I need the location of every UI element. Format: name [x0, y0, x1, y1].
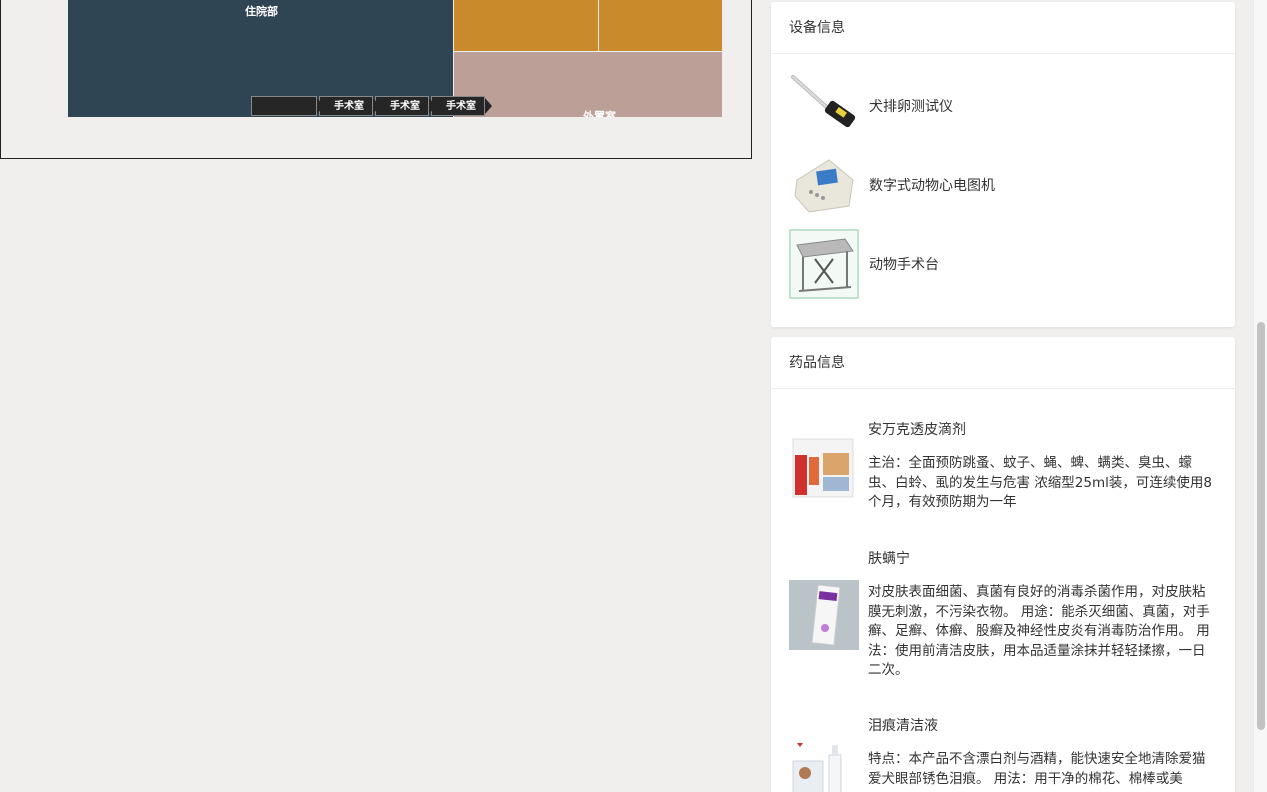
tear-cleaner-image [789, 737, 859, 792]
equipment-item-name: 数字式动物心电图机 [869, 178, 995, 194]
treemap-label-inpatient: 住院部 [245, 5, 278, 18]
breadcrumb-item[interactable]: 手术室 [375, 96, 436, 116]
equipment-item[interactable]: 犬排卵测试仪 [789, 71, 1219, 141]
treemap-label-outpatient: 外置室 [583, 110, 616, 117]
drug-item[interactable]: 泪痕清洁液 特点：本产品不含漂白剂与酒精，能快速安全地清除爱猫爱犬眼部锈色泪痕。… [789, 717, 1219, 792]
treemap-block-outpatient[interactable]: 外置室 [454, 52, 722, 117]
ovulation-tester-image [789, 71, 859, 141]
drug-item-name: 安万克透皮滴剂 [868, 422, 966, 438]
drug-item-description: 主治：全面预防跳蚤、蚊子、蝇、蜱、螨类、臭虫、蠓虫、白蛉、虱的发生与危害 浓缩型… [868, 455, 1212, 510]
scrollbar-thumb[interactable] [1257, 322, 1265, 730]
vertical-scrollbar[interactable] [1253, 0, 1267, 792]
treemap-block-surgery-1[interactable] [454, 0, 598, 51]
treemap-block-surgery-2[interactable] [599, 0, 722, 51]
equipment-item-name: 犬排卵测试仪 [869, 99, 953, 115]
breadcrumb-root[interactable] [251, 96, 324, 116]
drug-item-name: 肤螨宁 [868, 551, 910, 567]
equipment-item-name: 动物手术台 [869, 257, 939, 273]
drug-card-title: 药品信息 [771, 337, 1235, 389]
equipment-item[interactable]: 数字式动物心电图机 [789, 150, 1219, 220]
treemap-breadcrumb: 手术室 手术室 手术室 [251, 96, 492, 116]
spray-box-image [789, 580, 859, 650]
drug-item-text: 泪痕清洁液 特点：本产品不含漂白剂与酒精，能快速安全地清除爱猫爱犬眼部锈色泪痕。… [868, 717, 1218, 789]
drug-card: 药品信息 安万克透皮滴剂 主治：全面预防跳蚤、蚊子、蝇、蜱、螨类、臭虫、蠓虫、白… [771, 337, 1235, 792]
drug-item-description: 特点：本产品不含漂白剂与酒精，能快速安全地清除爱猫爱犬眼部锈色泪痕。 用法：用干… [868, 751, 1206, 787]
ecg-machine-image [789, 150, 859, 220]
equipment-item[interactable]: 动物手术台 [789, 229, 1219, 299]
equipment-card-title: 设备信息 [771, 2, 1235, 54]
drug-item-text: 安万克透皮滴剂 主治：全面预防跳蚤、蚊子、蝇、蜱、螨类、臭虫、蠓虫、白蛉、虱的发… [868, 421, 1218, 513]
drug-item-name: 泪痕清洁液 [868, 718, 938, 734]
surgery-table-image [789, 229, 859, 299]
drug-item-text: 肤螨宁 对皮肤表面细菌、真菌有良好的消毒杀菌作用，对皮肤粘膜无刺激，不污染衣物。… [868, 550, 1218, 681]
drug-item-description: 对皮肤表面细菌、真菌有良好的消毒杀菌作用，对皮肤粘膜无刺激，不污染衣物。 用途：… [868, 584, 1210, 678]
advantix-box-image [789, 433, 859, 503]
breadcrumb-item[interactable]: 手术室 [431, 96, 492, 116]
drug-item[interactable]: 安万克透皮滴剂 主治：全面预防跳蚤、蚊子、蝇、蜱、螨类、臭虫、蠓虫、白蛉、虱的发… [789, 421, 1219, 531]
equipment-card: 设备信息 犬排卵测试仪 数字式动物心电图机 动物手术台 [771, 2, 1235, 327]
department-treemap: 住院部 外置室 手术室 手术室 手术室 [0, 0, 752, 159]
drug-item[interactable]: 肤螨宁 对皮肤表面细菌、真菌有良好的消毒杀菌作用，对皮肤粘膜无刺激，不污染衣物。… [789, 550, 1219, 680]
breadcrumb-item[interactable]: 手术室 [319, 96, 380, 116]
